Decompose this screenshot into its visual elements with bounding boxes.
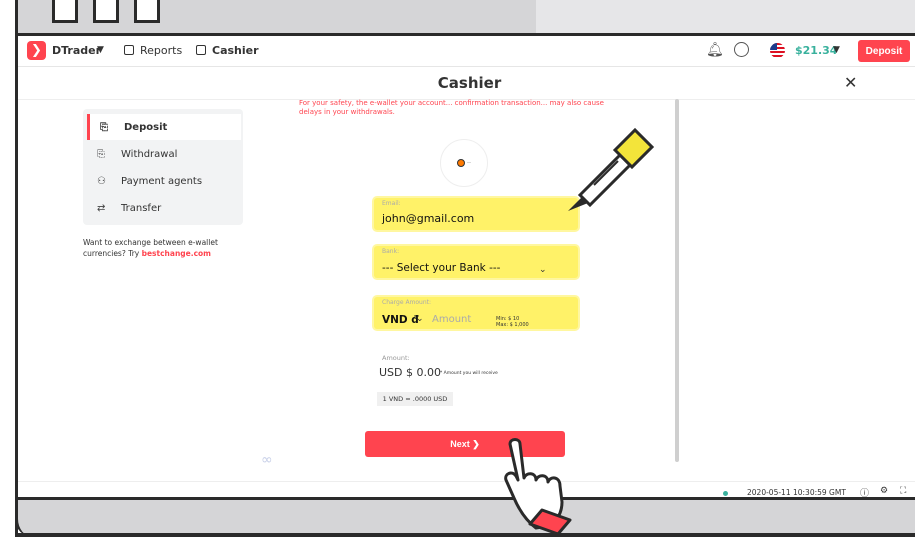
sidebar-item-transfer[interactable]: ⇄ Transfer xyxy=(87,195,238,221)
pointing-hand-icon xyxy=(504,438,572,536)
charge-amount-field[interactable]: Charge Amount: VND đ ⌄ Amount Min: $ 10 M… xyxy=(374,297,578,329)
warning-text: For your safety, the e-wallet your accou… xyxy=(299,99,604,116)
email-field[interactable]: Email: john@gmail.com xyxy=(374,198,578,230)
page-title: Cashier xyxy=(437,74,502,92)
sidebar-item-withdrawal[interactable]: ⎘ Withdrawal xyxy=(87,141,238,167)
chevron-down-icon[interactable]: ⌄ xyxy=(539,265,547,275)
deposit-icon: ⎘ xyxy=(100,121,108,133)
transfer-icon: ⇄ xyxy=(97,202,106,214)
nav-reports[interactable]: Reports xyxy=(124,44,182,57)
screen-frame: ❯ DTrader ▼ Reports Cashier 🔔︎ $21.34 ▼ … xyxy=(0,0,915,537)
highlighter-marker-icon xyxy=(568,127,655,211)
min-max-limits: Min: $ 10 Max: $ 1,000 xyxy=(496,316,529,328)
gear-icon[interactable]: ⚙ xyxy=(880,486,888,496)
scrollbar[interactable] xyxy=(675,99,679,462)
sidebar-item-deposit[interactable]: ⎘ Deposit xyxy=(87,114,241,140)
chevron-down-icon[interactable]: ⌄ xyxy=(416,314,424,324)
exchange-note: Want to exchange between e-wallet curren… xyxy=(83,238,218,258)
app-window: ❯ DTrader ▼ Reports Cashier 🔔︎ $21.34 ▼ … xyxy=(18,36,915,499)
frame-square xyxy=(93,0,119,23)
exchange-rate: 1 VND = .0000 USD xyxy=(377,392,453,406)
device-bottom-bar xyxy=(15,497,915,537)
payment-agents-icon: ⚇ xyxy=(97,175,106,187)
reports-icon xyxy=(124,45,134,55)
chevron-down-icon[interactable]: ▼ xyxy=(97,45,104,55)
deposit-button[interactable]: Deposit xyxy=(858,40,910,62)
currency-select[interactable]: VND đ xyxy=(382,314,419,326)
amount-value: USD $ 0.00 xyxy=(379,366,441,379)
merchant-logo: ···· xyxy=(440,139,488,187)
cashier-sidebar: ⎘ Deposit ⎘ Withdrawal ⚇ Payment agents ⇄ Tr… xyxy=(83,109,243,225)
amount-note: * Amount you will receive xyxy=(440,371,498,376)
bell-icon[interactable]: 🔔︎ xyxy=(706,42,724,58)
amount-label: Amount: xyxy=(382,354,410,362)
link-icon: ∞ xyxy=(261,452,273,468)
bestchange-link[interactable]: bestchange.com xyxy=(142,249,211,258)
app-footer: 2020-05-11 10:30:59 GMT ⓘ ⚙ ⛶ xyxy=(18,481,915,499)
server-time: 2020-05-11 10:30:59 GMT xyxy=(747,488,846,497)
merchant-logo-icon xyxy=(456,159,465,167)
browser-top-strip-right xyxy=(536,0,915,36)
fullscreen-icon[interactable]: ⛶ xyxy=(900,486,906,496)
close-icon[interactable]: ✕ xyxy=(844,73,857,92)
connection-status-icon xyxy=(723,491,728,496)
frame-border xyxy=(15,533,915,537)
amount-input[interactable]: Amount xyxy=(432,314,471,325)
frame-square xyxy=(134,0,160,23)
frame-square xyxy=(52,0,78,23)
bank-select[interactable]: Bank: --- Select your Bank --- ⌄ xyxy=(374,246,578,278)
chevron-down-icon[interactable]: ▼ xyxy=(833,45,840,55)
us-flag-icon[interactable] xyxy=(770,43,785,58)
account-balance[interactable]: $21.34 xyxy=(795,44,837,57)
email-input[interactable]: john@gmail.com xyxy=(382,212,474,225)
user-icon[interactable] xyxy=(734,42,749,57)
dtrader-menu[interactable]: DTrader xyxy=(52,44,101,57)
cashier-subheader: Cashier ✕ xyxy=(18,67,915,100)
app-header: ❯ DTrader ▼ Reports Cashier 🔔︎ $21.34 ▼ … xyxy=(18,36,915,67)
sidebar-item-payment-agents[interactable]: ⚇ Payment agents xyxy=(87,168,238,194)
cashier-icon xyxy=(196,45,206,55)
deriv-logo-icon[interactable]: ❯ xyxy=(27,41,46,60)
nav-cashier[interactable]: Cashier xyxy=(196,44,259,57)
withdrawal-icon: ⎘ xyxy=(97,148,105,160)
